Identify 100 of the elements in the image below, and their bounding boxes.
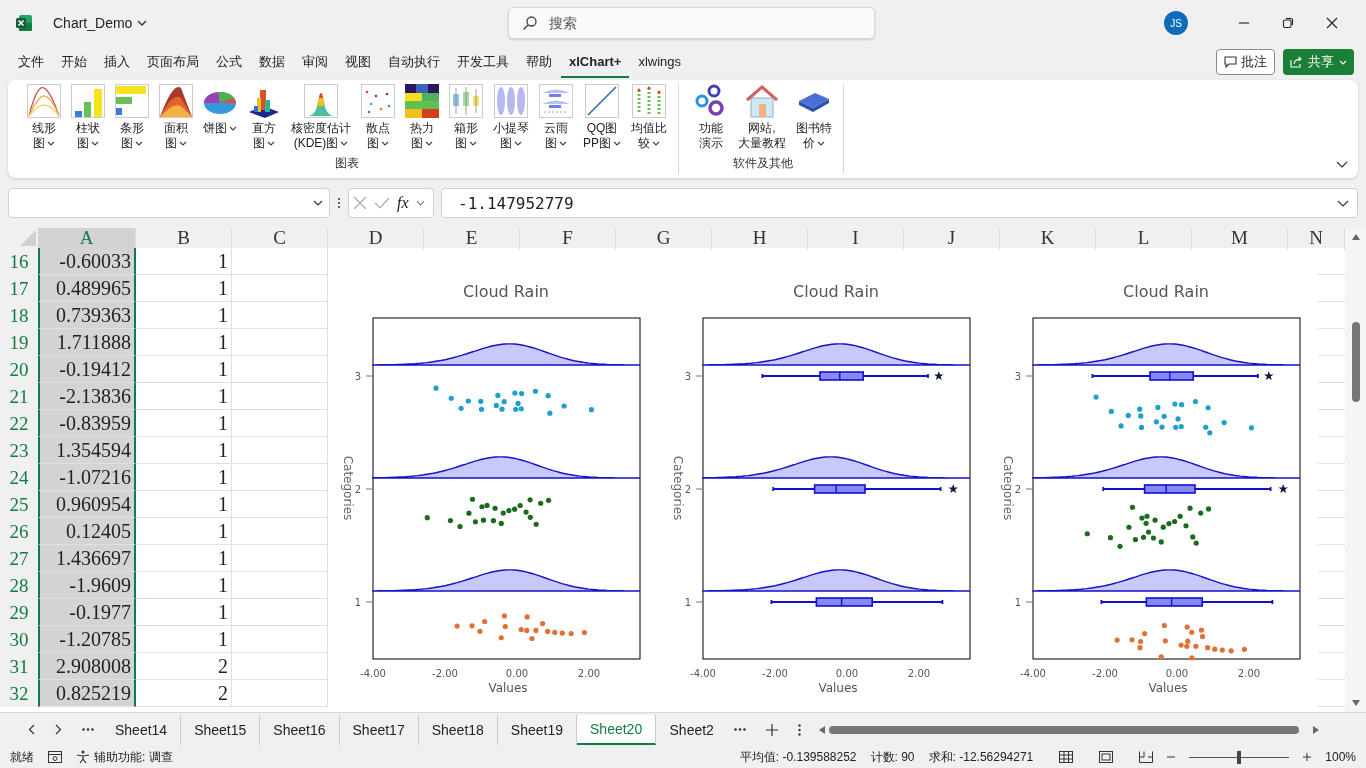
menu-tab[interactable]: xlChart+: [561, 46, 630, 78]
row-header[interactable]: 23: [0, 437, 38, 464]
column-header[interactable]: M: [1192, 228, 1288, 250]
share-button[interactable]: 共享: [1283, 49, 1354, 75]
column-header[interactable]: C: [232, 228, 328, 250]
more-icon[interactable]: [82, 728, 94, 731]
caret-icon: [652, 141, 660, 146]
add-sheet-icon[interactable]: [766, 723, 779, 736]
column-header[interactable]: G: [616, 228, 712, 250]
scroll-thumb[interactable]: [1351, 322, 1360, 402]
heatmap-icon: [405, 84, 439, 118]
menu-tab[interactable]: 帮助: [518, 46, 560, 78]
zoom-in-icon[interactable]: [1303, 753, 1312, 761]
row-header[interactable]: 28: [0, 572, 38, 599]
ribbon-button[interactable]: 柱状 图: [66, 84, 110, 155]
previous-sheet-icon[interactable]: [28, 724, 35, 735]
menu-tab[interactable]: 审阅: [294, 46, 336, 78]
row-header[interactable]: 29: [0, 599, 38, 626]
menu-tab[interactable]: 页面布局: [139, 46, 207, 78]
menu-tab[interactable]: 公式: [208, 46, 250, 78]
column-header[interactable]: I: [808, 228, 904, 250]
collapse-ribbon-icon[interactable]: [1336, 161, 1348, 168]
row-header[interactable]: 27: [0, 545, 38, 572]
scroll-down-icon[interactable]: [1351, 700, 1360, 706]
vertical-scrollbar[interactable]: [1345, 228, 1366, 712]
ribbon-button[interactable]: 饼图: [198, 84, 242, 155]
sheet-tab[interactable]: Sheet14: [102, 714, 182, 745]
column-header[interactable]: L: [1096, 228, 1192, 250]
row-header[interactable]: 18: [0, 302, 38, 329]
sheet-tab[interactable]: Sheet15: [181, 714, 261, 745]
ribbon-button[interactable]: 功能 演示: [689, 84, 733, 155]
row-header[interactable]: 30: [0, 626, 38, 653]
ribbon-button[interactable]: 网站, 大量教程: [733, 84, 791, 155]
insert-function-button[interactable]: fx: [397, 194, 409, 212]
ribbon-button[interactable]: 均值比 较: [626, 84, 672, 155]
ribbon-button[interactable]: 线形 图: [22, 84, 66, 155]
zoom-slider-thumb[interactable]: [1237, 750, 1242, 764]
menu-tab[interactable]: 插入: [96, 46, 138, 78]
more-icon[interactable]: [337, 197, 341, 209]
ribbon-button[interactable]: 图书特 价: [791, 84, 837, 155]
ribbon-button[interactable]: 面积 图: [154, 84, 198, 155]
column-header[interactable]: D: [328, 228, 424, 250]
ribbon-button[interactable]: 小提琴 图: [488, 84, 534, 155]
menu-tab[interactable]: 开始: [53, 46, 95, 78]
accessibility-status[interactable]: 辅助功能: 调查: [94, 748, 173, 766]
formula-field[interactable]: -1.147952779: [441, 188, 1358, 218]
column-header[interactable]: J: [904, 228, 1000, 250]
row-header[interactable]: 31: [0, 653, 38, 680]
ribbon-button[interactable]: 核密度估计 (KDE)图: [286, 84, 356, 155]
row-header[interactable]: 25: [0, 491, 38, 518]
ribbon-button[interactable]: QQ图 PP图: [578, 84, 626, 155]
table-cell: 1.354594: [38, 437, 136, 464]
macro-recording-icon[interactable]: [48, 751, 62, 763]
row-header[interactable]: 32: [0, 680, 38, 707]
sheet-tab[interactable]: Sheet17: [339, 714, 419, 745]
row-header[interactable]: 21: [0, 383, 38, 410]
column-header[interactable]: F: [520, 228, 616, 250]
ribbon-button[interactable]: 箱形 图: [444, 84, 488, 155]
user-avatar[interactable]: JS: [1164, 11, 1188, 35]
page-break-icon[interactable]: [1139, 751, 1154, 763]
ribbon-button[interactable]: 条形 图: [110, 84, 154, 155]
row-header[interactable]: 17: [0, 275, 38, 302]
accessibility-icon[interactable]: [76, 750, 90, 764]
document-title[interactable]: Chart_Demo: [53, 15, 148, 31]
column-header[interactable]: K: [1000, 228, 1096, 250]
row-header[interactable]: 22: [0, 410, 38, 437]
search-field[interactable]: 搜索: [508, 7, 875, 39]
zoom-out-icon[interactable]: [1167, 753, 1176, 761]
comments-button[interactable]: 批注: [1216, 49, 1275, 75]
menu-tab[interactable]: 开发工具: [449, 46, 517, 78]
page-layout-icon[interactable]: [1099, 751, 1114, 763]
menu-tab[interactable]: 文件: [10, 46, 52, 78]
sheet-tab[interactable]: Sheet16: [260, 714, 340, 745]
ribbon-button[interactable]: 直方 图: [242, 84, 286, 155]
options-icon[interactable]: [798, 723, 802, 736]
row-header[interactable]: 26: [0, 518, 38, 545]
scroll-right-icon[interactable]: [1313, 725, 1320, 734]
row-header[interactable]: 16: [0, 248, 38, 275]
column-header[interactable]: H: [712, 228, 808, 250]
menu-tab[interactable]: 自动执行: [380, 46, 448, 78]
scroll-up-icon[interactable]: [1351, 234, 1360, 240]
row-header[interactable]: 24: [0, 464, 38, 491]
menu-tab[interactable]: xlwings: [630, 46, 689, 78]
more-icon[interactable]: [734, 728, 747, 731]
ribbon-button[interactable]: 云雨 图: [534, 84, 578, 155]
menu-tab[interactable]: 数据: [251, 46, 293, 78]
sheet-tab[interactable]: Sheet20: [577, 714, 657, 745]
ribbon-button[interactable]: 热力 图: [400, 84, 444, 155]
column-header[interactable]: E: [424, 228, 520, 250]
zoom-level[interactable]: 100%: [1325, 750, 1356, 764]
row-header[interactable]: 20: [0, 356, 38, 383]
normal-view-icon[interactable]: [1059, 751, 1074, 763]
sheet-tab[interactable]: Sheet18: [418, 714, 498, 745]
table-cell: 2.908008: [38, 653, 136, 680]
scroll-left-icon[interactable]: [819, 725, 826, 734]
sheet-tab[interactable]: Sheet2: [656, 714, 715, 745]
row-header[interactable]: 19: [0, 329, 38, 356]
next-sheet-icon[interactable]: [55, 724, 62, 735]
ribbon-button[interactable]: 散点 图: [356, 84, 400, 155]
menu-tab[interactable]: 视图: [337, 46, 379, 78]
